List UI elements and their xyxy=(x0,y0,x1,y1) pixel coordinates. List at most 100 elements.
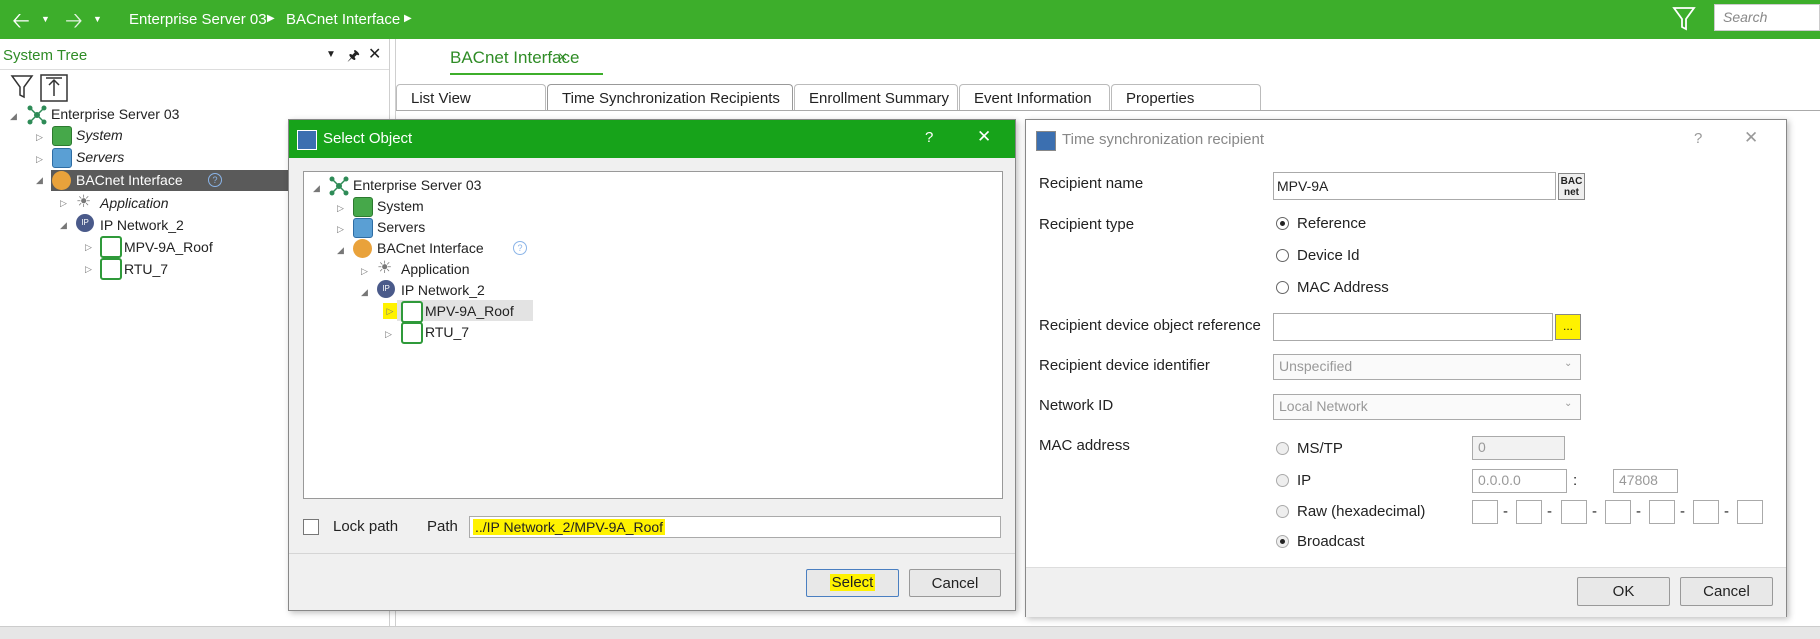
tab-properties[interactable]: Properties xyxy=(1111,84,1261,111)
path-label: Path xyxy=(427,518,458,535)
top-toolbar: 🡠 ▼ 🡢 ▼ Enterprise Server 03 ▶ BACnet In… xyxy=(0,0,1820,39)
tree-item-bacnet-interface[interactable]: BACnet Interface xyxy=(377,240,484,256)
expand-arrow-icon[interactable]: ▷ xyxy=(85,242,92,253)
close-dialog-icon[interactable]: ✕ xyxy=(977,127,991,147)
breadcrumb-separator-icon[interactable]: ▶ xyxy=(404,13,412,24)
collapse-arrow-icon[interactable]: ◢ xyxy=(10,111,17,122)
tab-list-view[interactable]: List View xyxy=(396,84,546,111)
help-icon[interactable]: ? xyxy=(513,241,527,255)
bacnet-interface-icon xyxy=(353,239,372,258)
breadcrumb-enterprise-server[interactable]: Enterprise Server 03 xyxy=(129,11,267,28)
path-input[interactable]: ../IP Network_2/MPV-9A_Roof xyxy=(469,516,1001,538)
tree-item-enterprise-server[interactable]: Enterprise Server 03 xyxy=(353,177,481,193)
cancel-button[interactable]: Cancel xyxy=(1680,577,1773,606)
dialog-title: Time synchronization recipient xyxy=(1062,131,1265,148)
network-id-select[interactable]: Local Network xyxy=(1273,394,1581,420)
raw-byte-input[interactable] xyxy=(1605,500,1631,524)
close-panel-icon[interactable]: ✕ xyxy=(368,44,381,64)
lock-path-checkbox[interactable] xyxy=(303,519,319,535)
raw-byte-input[interactable] xyxy=(1516,500,1542,524)
ip-port-separator: : xyxy=(1573,472,1578,489)
tree-item-application[interactable]: Application xyxy=(100,195,169,211)
collapse-arrow-icon[interactable]: ◢ xyxy=(361,287,368,298)
ip-network-icon: IP xyxy=(76,214,94,232)
expand-arrow-icon[interactable]: ▷ xyxy=(337,203,344,214)
expand-arrow-icon[interactable]: ▷ xyxy=(361,266,368,277)
filter-icon[interactable] xyxy=(10,74,34,100)
forward-history-dropdown-icon[interactable]: ▼ xyxy=(93,14,102,24)
radio-device-id[interactable] xyxy=(1276,249,1289,262)
expand-arrow-icon[interactable]: ▷ xyxy=(60,198,67,209)
radio-broadcast[interactable] xyxy=(1276,535,1289,548)
tree-item-servers[interactable]: Servers xyxy=(76,149,124,165)
radio-mac-address[interactable] xyxy=(1276,281,1289,294)
expand-arrow-icon[interactable]: ▷ xyxy=(337,224,344,235)
radio-mstp-label: MS/TP xyxy=(1297,440,1343,457)
tree-item-servers[interactable]: Servers xyxy=(377,219,425,235)
back-history-dropdown-icon[interactable]: ▼ xyxy=(41,14,50,24)
tab-event-information[interactable]: Event Information xyxy=(959,84,1110,111)
filter-icon[interactable] xyxy=(1672,6,1696,32)
raw-byte-input[interactable] xyxy=(1472,500,1498,524)
chevron-down-icon[interactable]: ⌄ xyxy=(1564,398,1572,409)
tree-item-mpv-9a-roof[interactable]: MPV-9A_Roof xyxy=(124,239,213,255)
help-button[interactable]: ? xyxy=(925,129,933,146)
browse-object-button[interactable]: ... xyxy=(1555,314,1581,340)
expand-arrow-icon[interactable]: ▷ xyxy=(36,132,43,143)
search-input[interactable]: Search xyxy=(1714,4,1820,31)
radio-raw-hex[interactable] xyxy=(1276,505,1289,518)
breadcrumb-separator-icon[interactable]: ▶ xyxy=(267,13,275,24)
raw-byte-separator: - xyxy=(1636,503,1641,520)
expand-arrow-icon[interactable]: ▷ xyxy=(36,154,43,165)
tree-item-bacnet-interface[interactable]: BACnet Interface xyxy=(76,172,183,188)
port-input[interactable]: 47808 xyxy=(1613,469,1678,493)
tree-item-ip-network[interactable]: IP Network_2 xyxy=(401,282,485,298)
chevron-down-icon[interactable]: ⌄ xyxy=(1564,358,1572,369)
help-button[interactable]: ? xyxy=(1694,130,1702,147)
breadcrumb-bacnet-interface[interactable]: BACnet Interface xyxy=(286,11,400,28)
expand-arrow-icon[interactable]: ▷ xyxy=(385,329,392,340)
raw-byte-input[interactable] xyxy=(1737,500,1763,524)
tree-item-rtu-7[interactable]: RTU_7 xyxy=(425,324,469,340)
enterprise-server-icon xyxy=(27,105,47,128)
raw-byte-input[interactable] xyxy=(1693,500,1719,524)
help-icon[interactable]: ? xyxy=(208,173,222,187)
expand-arrow-icon[interactable]: ▷ xyxy=(383,303,397,319)
forward-arrow-icon[interactable]: 🡢 xyxy=(65,4,83,42)
tree-item-system[interactable]: System xyxy=(76,127,123,143)
tree-item-mpv-9a-roof[interactable]: MPV-9A_Roof xyxy=(425,303,514,319)
ip-address-input[interactable]: 0.0.0.0 xyxy=(1472,469,1567,493)
close-tab-icon[interactable]: × xyxy=(558,49,567,67)
ip-network-icon: IP xyxy=(377,280,395,298)
collapse-arrow-icon[interactable]: ◢ xyxy=(36,175,43,186)
pin-icon[interactable]: 🖈 xyxy=(347,45,360,69)
device-object-reference-input[interactable] xyxy=(1273,313,1553,341)
collapse-arrow-icon[interactable]: ◢ xyxy=(337,245,344,256)
panel-menu-dropdown-icon[interactable]: ▼ xyxy=(326,49,336,60)
tab-time-synchronization-recipients[interactable]: Time Synchronization Recipients xyxy=(547,84,793,111)
tree-item-application[interactable]: Application xyxy=(401,261,470,277)
collapse-arrow-icon[interactable]: ◢ xyxy=(313,183,320,194)
radio-mstp[interactable] xyxy=(1276,442,1289,455)
tree-item-rtu-7[interactable]: RTU_7 xyxy=(124,261,168,277)
raw-byte-input[interactable] xyxy=(1649,500,1675,524)
collapse-all-icon[interactable] xyxy=(40,74,68,102)
radio-reference[interactable] xyxy=(1276,217,1289,230)
radio-ip[interactable] xyxy=(1276,474,1289,487)
collapse-arrow-icon[interactable]: ◢ xyxy=(60,220,67,231)
tree-item-system[interactable]: System xyxy=(377,198,424,214)
ok-button[interactable]: OK xyxy=(1577,577,1670,606)
select-button[interactable]: Select xyxy=(806,569,899,597)
tab-enrollment-summary[interactable]: Enrollment Summary xyxy=(794,84,958,111)
expand-arrow-icon[interactable]: ▷ xyxy=(85,264,92,275)
raw-byte-input[interactable] xyxy=(1561,500,1587,524)
device-identifier-select[interactable]: Unspecified xyxy=(1273,354,1581,380)
tree-item-enterprise-server[interactable]: Enterprise Server 03 xyxy=(51,106,179,122)
cancel-button[interactable]: Cancel xyxy=(909,569,1001,597)
tree-item-ip-network[interactable]: IP Network_2 xyxy=(100,217,184,233)
mstp-address-input[interactable]: 0 xyxy=(1472,436,1565,460)
recipient-name-input[interactable]: MPV-9A xyxy=(1273,172,1556,200)
bacnet-browse-icon[interactable]: BAC net xyxy=(1558,173,1585,200)
back-arrow-icon[interactable]: 🡠 xyxy=(12,4,30,42)
close-dialog-icon[interactable]: ✕ xyxy=(1744,128,1758,148)
